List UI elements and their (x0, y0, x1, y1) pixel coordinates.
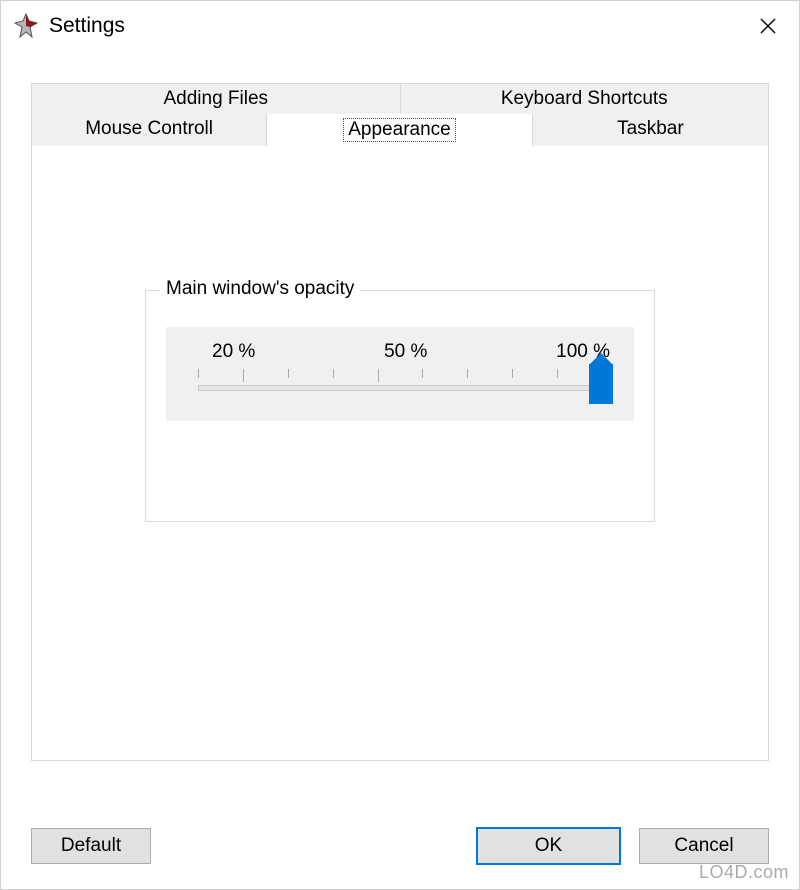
slider-tick-label: 20 % (212, 341, 255, 363)
tab-keyboard-shortcuts[interactable]: Keyboard Shortcuts (401, 83, 770, 114)
tab-row-1: Adding Files Keyboard Shortcuts (31, 83, 769, 114)
slider-thumb[interactable] (589, 364, 613, 404)
app-icon (13, 13, 39, 39)
tab-label: Keyboard Shortcuts (501, 88, 668, 109)
default-button[interactable]: Default (31, 828, 151, 864)
opacity-slider[interactable] (198, 385, 602, 391)
dialog-content: Adding Files Keyboard Shortcuts Mouse Co… (1, 51, 799, 779)
tab-mouse-controll[interactable]: Mouse Controll (31, 114, 267, 147)
tab-page-appearance: Main window's opacity 20 % 50 % 100 % (31, 146, 769, 761)
slider-tick-labels: 20 % 50 % 100 % (190, 341, 610, 363)
dialog-buttons: Default OK Cancel (31, 827, 769, 865)
tab-label: Taskbar (617, 118, 684, 139)
titlebar: Settings (1, 1, 799, 51)
tab-taskbar[interactable]: Taskbar (533, 114, 769, 147)
opacity-groupbox: Main window's opacity 20 % 50 % 100 % (145, 290, 655, 522)
slider-tick-label: 50 % (384, 341, 427, 363)
tab-label: Appearance (343, 118, 455, 142)
slider-ticks (198, 369, 602, 383)
tab-label: Adding Files (163, 88, 268, 109)
tab-control: Adding Files Keyboard Shortcuts Mouse Co… (31, 83, 769, 761)
tab-adding-files[interactable]: Adding Files (31, 83, 401, 114)
ok-button[interactable]: OK (476, 827, 621, 865)
watermark: LO4D.com (699, 862, 789, 883)
tab-row-2: Mouse Controll Appearance Taskbar (31, 114, 769, 147)
opacity-slider-container: 20 % 50 % 100 % (166, 327, 634, 421)
close-button[interactable] (743, 6, 793, 46)
tab-label: Mouse Controll (85, 118, 213, 139)
tab-appearance[interactable]: Appearance (267, 114, 533, 147)
settings-window: Settings Adding Files Keyboard Shortcuts… (0, 0, 800, 890)
cancel-button[interactable]: Cancel (639, 828, 769, 864)
close-icon (760, 18, 776, 34)
groupbox-legend: Main window's opacity (160, 278, 360, 300)
window-title: Settings (49, 14, 743, 38)
